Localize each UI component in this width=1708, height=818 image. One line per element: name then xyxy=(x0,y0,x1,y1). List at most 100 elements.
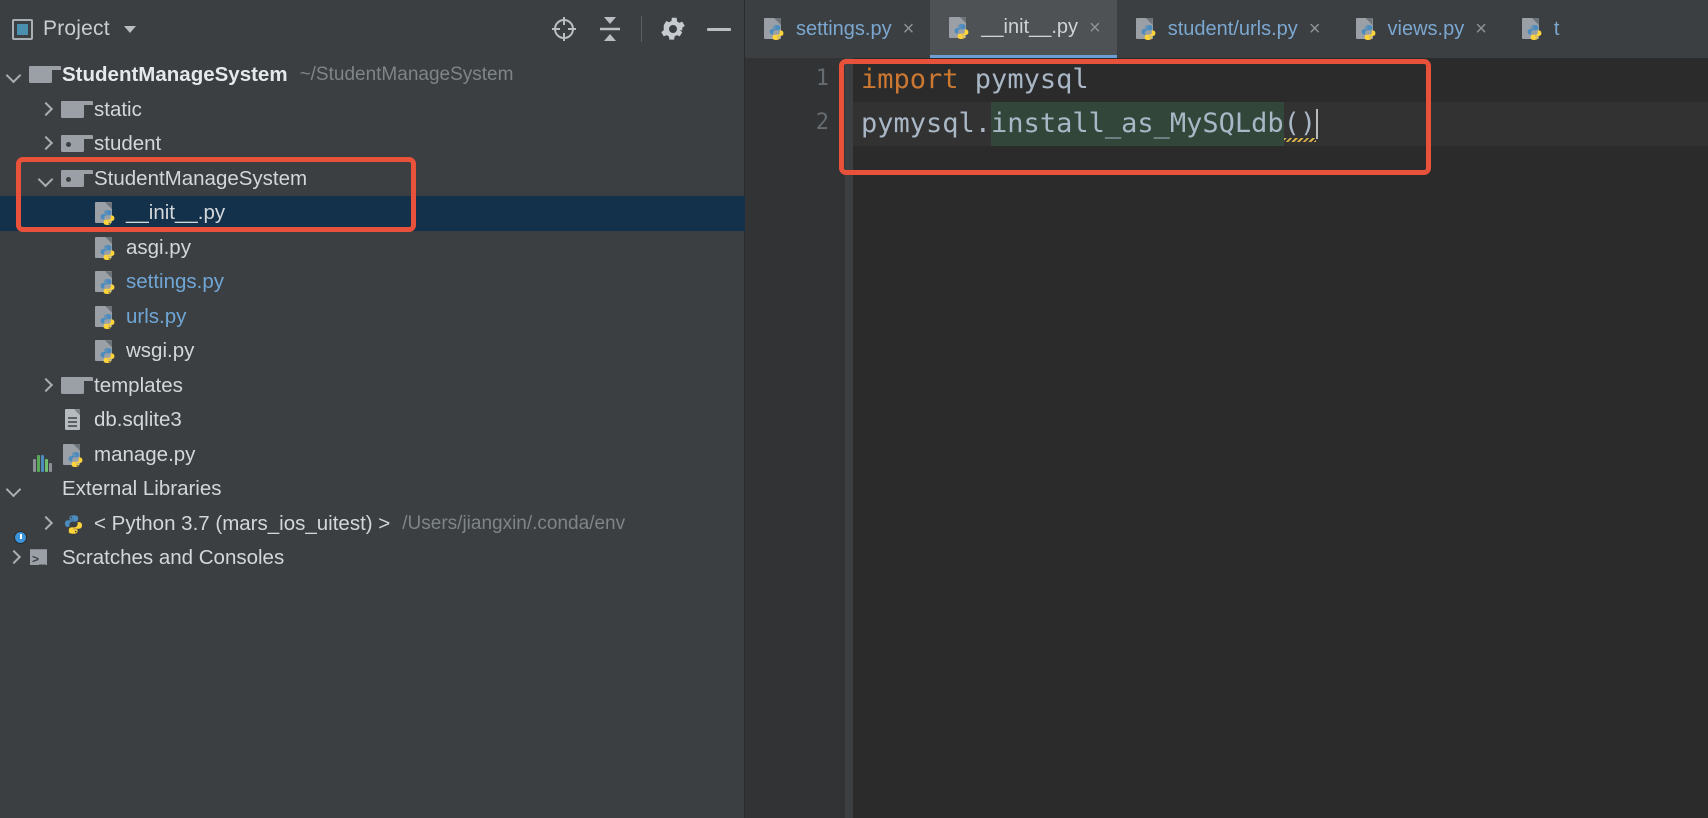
folder-icon xyxy=(60,373,93,399)
tree-row-label: manage.py xyxy=(94,442,196,466)
tree-row[interactable]: settings.py xyxy=(0,265,745,300)
text-caret xyxy=(1316,109,1319,139)
python-file-icon xyxy=(92,338,118,364)
pycharm-window: Project StudentManageSystem ~/StudentMan… xyxy=(0,0,1708,818)
project-panel-title-group[interactable]: Project xyxy=(0,17,136,41)
code-content[interactable]: import pymysql pymysql. install_as_MySQLd… xyxy=(853,58,1708,818)
folder-icon xyxy=(60,97,93,123)
editor-tab[interactable]: __init__.py × xyxy=(930,0,1117,58)
keyword-import: import xyxy=(861,64,959,95)
editor-tab[interactable]: settings.py × xyxy=(745,0,931,58)
folder-module-icon xyxy=(60,166,93,192)
gutter-strip xyxy=(845,58,853,818)
tree-arrow-spacer xyxy=(68,272,88,292)
editor-tab[interactable]: views.py × xyxy=(1336,0,1503,58)
tree-row[interactable]: External Libraries xyxy=(0,455,745,507)
folder-module-icon xyxy=(60,131,93,157)
editor-tab-label: views.py xyxy=(1387,17,1465,40)
collapse-all-icon[interactable] xyxy=(595,14,625,44)
tree-row[interactable]: >_ Scratches and Consoles xyxy=(0,531,745,576)
python-file-icon xyxy=(92,235,118,261)
tree-row-label: wsgi.py xyxy=(126,339,195,363)
editor-tab-label: student/urls.py xyxy=(1167,17,1298,40)
tree-row[interactable]: __init__.py xyxy=(0,196,745,231)
tree-row[interactable]: < Python 3.7 (mars_ios_uitest) > /Users/j… xyxy=(0,507,745,542)
chevron-down-icon[interactable] xyxy=(36,169,56,189)
python-file-icon xyxy=(761,16,787,42)
project-panel-toolbar xyxy=(549,0,734,58)
method-name-highlighted: install_as_MySQLdb xyxy=(991,102,1284,146)
tree-arrow-spacer xyxy=(68,341,88,361)
tree-arrow-spacer xyxy=(68,238,88,258)
code-editor[interactable]: 1 2 import pymysql pymysql. install_as_My… xyxy=(745,58,1708,818)
tree-row[interactable]: templates xyxy=(0,369,745,404)
project-panel-header: Project xyxy=(0,0,744,58)
line-number: 1 xyxy=(815,66,829,91)
tree-row[interactable]: StudentManageSystem ~/StudentManageSystem xyxy=(0,58,745,93)
code-line-2: pymysql. install_as_MySQLdb() xyxy=(853,102,1708,146)
tree-row-path: /Users/jiangxin/.conda/env xyxy=(402,512,626,534)
python-interpreter-icon xyxy=(60,511,86,537)
tree-row-label: student xyxy=(94,132,162,156)
tree-row[interactable]: static xyxy=(0,93,745,128)
project-panel-label: Project xyxy=(43,17,110,40)
project-tree[interactable]: StudentManageSystem ~/StudentManageSystem… xyxy=(0,58,745,818)
editor-tab-bar[interactable]: settings.py × __init__.py × student/urls.py ×… xyxy=(745,0,1708,59)
db-file-icon xyxy=(60,407,86,433)
editor-tab[interactable]: student/urls.py × xyxy=(1116,0,1337,58)
tree-row-label: static xyxy=(94,97,142,121)
tree-arrow-spacer xyxy=(68,203,88,223)
tree-row[interactable]: wsgi.py xyxy=(0,334,745,369)
python-file-icon xyxy=(92,200,118,226)
object-reference: pymysql. xyxy=(861,108,992,139)
tree-row[interactable]: urls.py xyxy=(0,300,745,335)
editor-area: settings.py × __init__.py × student/urls.py ×… xyxy=(745,0,1708,818)
python-file-icon xyxy=(60,442,86,468)
python-file-icon xyxy=(1519,16,1545,42)
close-icon[interactable]: × xyxy=(1475,19,1487,39)
python-file-icon xyxy=(946,15,972,41)
tree-row-label: urls.py xyxy=(126,304,187,328)
python-file-icon xyxy=(92,304,118,330)
line-number-gutter: 1 2 xyxy=(745,58,845,818)
project-tool-window: Project StudentManageSystem ~/StudentMan… xyxy=(0,0,745,818)
toolbar-separator xyxy=(641,16,642,42)
chevron-right-icon[interactable] xyxy=(36,514,56,534)
chevron-right-icon[interactable] xyxy=(36,100,56,120)
tree-row-label: db.sqlite3 xyxy=(94,408,182,432)
minimize-icon[interactable] xyxy=(704,14,734,44)
chevron-right-icon[interactable] xyxy=(4,548,24,568)
tree-row[interactable]: asgi.py xyxy=(0,231,745,266)
locate-file-icon[interactable] xyxy=(549,14,579,44)
tree-row-label: asgi.py xyxy=(126,235,191,259)
chevron-right-icon[interactable] xyxy=(36,134,56,154)
tree-row[interactable]: manage.py xyxy=(0,438,745,473)
tree-row-label: templates xyxy=(94,373,183,397)
tree-row[interactable]: StudentManageSystem xyxy=(0,162,745,197)
tree-row-label: External Libraries xyxy=(62,477,222,501)
chevron-down-icon[interactable] xyxy=(4,65,24,85)
module-name: pymysql xyxy=(958,64,1089,95)
chevron-right-icon[interactable] xyxy=(36,376,56,396)
editor-tab-label: t xyxy=(1553,17,1560,40)
tree-row-label: StudentManageSystem xyxy=(62,63,288,87)
chevron-down-icon[interactable] xyxy=(123,25,136,33)
gear-icon[interactable] xyxy=(658,14,688,44)
external-libraries-icon xyxy=(28,455,54,502)
tree-row[interactable]: db.sqlite3 xyxy=(0,403,745,438)
tree-row-label: settings.py xyxy=(126,270,224,294)
tree-row-path: ~/StudentManageSystem xyxy=(299,64,514,86)
tree-row-label: Scratches and Consoles xyxy=(62,546,285,570)
tree-row-label: __init__.py xyxy=(126,201,226,225)
folder-icon xyxy=(28,62,61,88)
close-icon[interactable]: × xyxy=(1309,19,1321,39)
tree-arrow-spacer xyxy=(68,307,88,327)
tree-arrow-spacer xyxy=(36,410,56,430)
tree-row[interactable]: student xyxy=(0,127,745,162)
close-icon[interactable]: × xyxy=(903,19,915,39)
editor-tab[interactable]: t xyxy=(1502,0,1576,58)
close-icon[interactable]: × xyxy=(1089,18,1101,38)
line-number: 2 xyxy=(815,110,829,135)
python-file-icon xyxy=(92,269,118,295)
chevron-down-icon[interactable] xyxy=(4,479,24,499)
